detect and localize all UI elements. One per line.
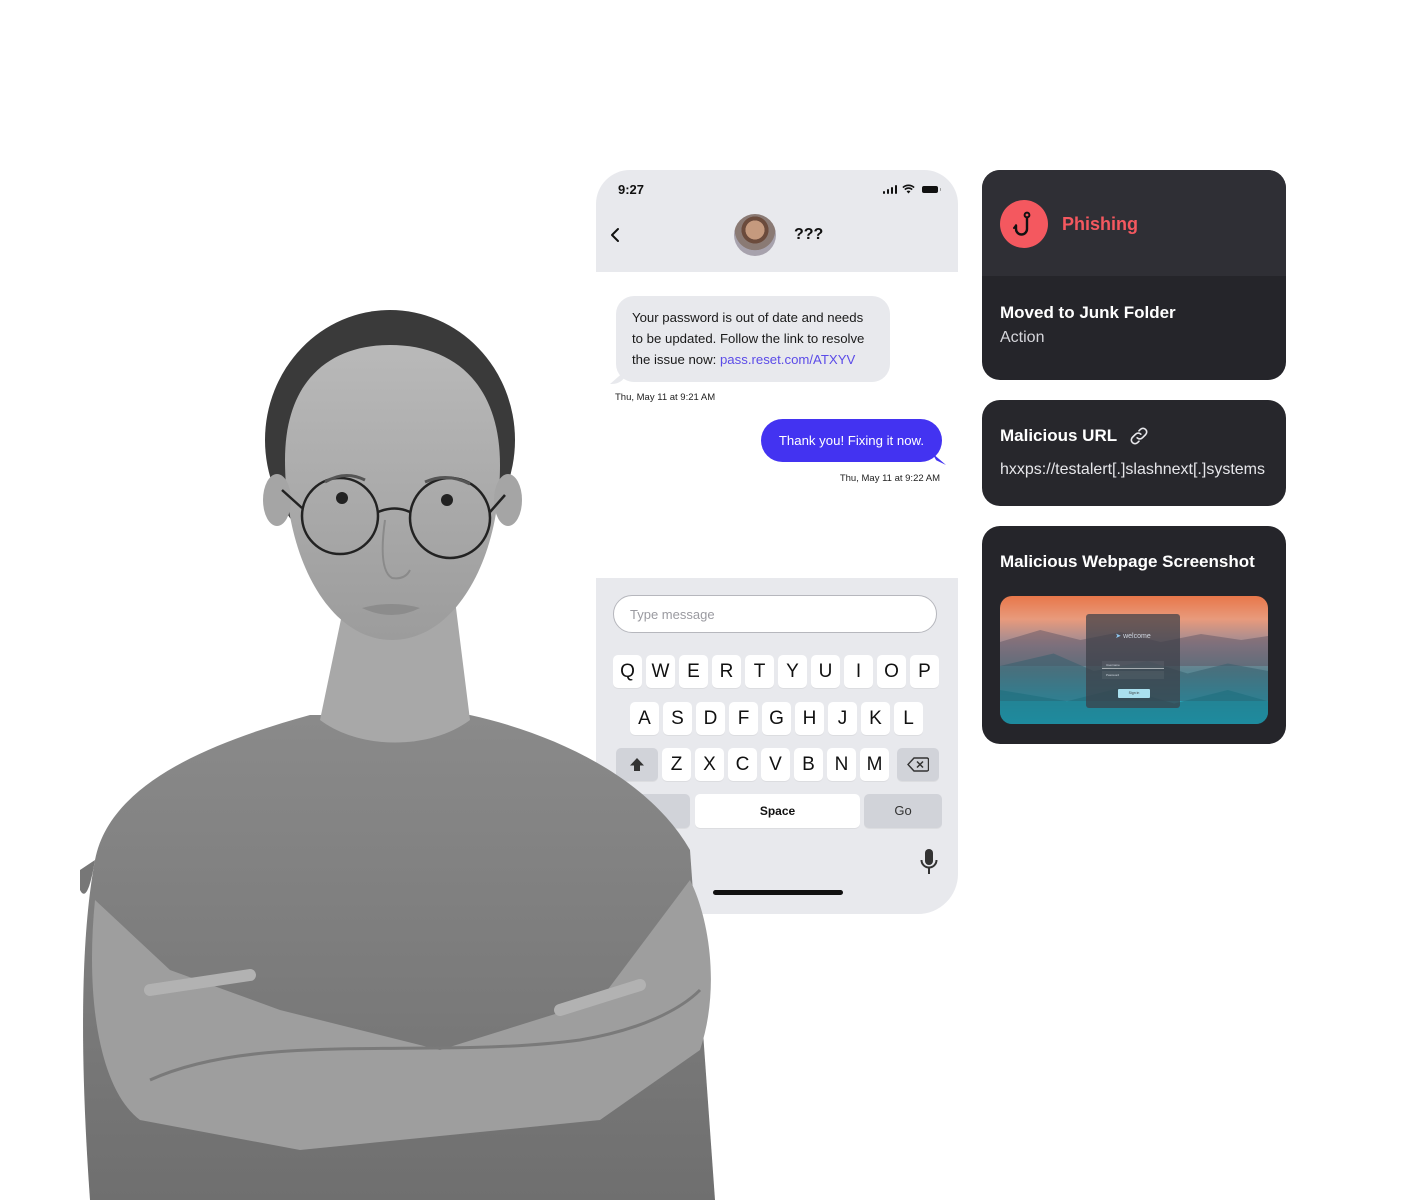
malicious-url-title: Malicious URL: [1000, 426, 1118, 445]
malicious-url-card: Malicious URL hxxps://testalert[.]slashn…: [982, 400, 1286, 506]
fake-username-field: Username: [1102, 661, 1164, 669]
wifi-icon: [902, 184, 915, 194]
key-p[interactable]: P: [910, 655, 939, 688]
key-b[interactable]: B: [794, 748, 823, 781]
key-g[interactable]: G: [762, 702, 791, 735]
key-x[interactable]: X: [695, 748, 724, 781]
face-shape: [285, 345, 500, 640]
key-t[interactable]: T: [745, 655, 774, 688]
fishhook-icon: [1013, 211, 1031, 236]
threat-card-header: Phishing: [982, 170, 1286, 276]
fake-login-welcome: ➤ welcome: [1115, 633, 1151, 640]
key-z[interactable]: Z: [662, 748, 691, 781]
arms-shape: [92, 880, 711, 1150]
key-l[interactable]: L: [894, 702, 923, 735]
webpage-screenshot-card: Malicious Webpage Screenshot ➤ welcome U…: [982, 526, 1286, 744]
threat-type-label: Phishing: [1062, 214, 1138, 234]
key-i[interactable]: I: [844, 655, 873, 688]
back-chevron-icon[interactable]: [608, 224, 622, 246]
malicious-webpage-thumbnail[interactable]: ➤ welcome Username Password Sign in: [1000, 596, 1268, 724]
key-q[interactable]: Q: [613, 655, 642, 688]
delete-key[interactable]: [897, 748, 939, 781]
threat-card: Phishing Moved to Junk Folder Action: [982, 170, 1286, 380]
key-y[interactable]: Y: [778, 655, 807, 688]
space-key[interactable]: Space: [695, 794, 860, 828]
phone-messaging-app: 9:27 ??? Your password is out of date an…: [596, 170, 958, 914]
key-n[interactable]: N: [827, 748, 856, 781]
action-subtitle: Action: [1000, 329, 1045, 346]
home-indicator: [713, 890, 843, 895]
fake-password-field: Password: [1102, 671, 1164, 679]
key-w[interactable]: W: [646, 655, 675, 688]
contact-avatar[interactable]: [734, 214, 776, 256]
key-j[interactable]: J: [828, 702, 857, 735]
go-key[interactable]: Go: [864, 794, 942, 828]
message-input[interactable]: [613, 595, 937, 633]
incoming-message-bubble: Your password is out of date and needs t…: [616, 296, 890, 382]
key-h[interactable]: H: [795, 702, 824, 735]
key-a[interactable]: A: [630, 702, 659, 735]
fake-signin-button: Sign in: [1118, 689, 1150, 698]
outgoing-timestamp: Thu, May 11 at 9:22 AM: [839, 473, 940, 484]
key-c[interactable]: C: [728, 748, 757, 781]
shift-key[interactable]: [616, 748, 658, 781]
backspace-icon: [907, 757, 930, 773]
incoming-timestamp: Thu, May 11 at 9:21 AM: [615, 392, 716, 403]
status-time: 9:27: [618, 182, 645, 197]
key-k[interactable]: K: [861, 702, 890, 735]
bird-logo-icon: ➤: [1115, 633, 1122, 640]
key-v[interactable]: V: [761, 748, 790, 781]
key-r[interactable]: R: [712, 655, 741, 688]
key-e[interactable]: E: [679, 655, 708, 688]
key-d[interactable]: D: [696, 702, 725, 735]
battery-icon: [922, 185, 941, 193]
hair-shape: [265, 310, 515, 570]
shift-arrow-icon: [630, 757, 644, 771]
fake-login-box: ➤ welcome Username Password Sign in: [1086, 614, 1180, 708]
key-u[interactable]: U: [811, 655, 840, 688]
key-o[interactable]: O: [877, 655, 906, 688]
malicious-url-value[interactable]: hxxps://testalert[.]slashnext[.]systems: [1000, 461, 1265, 479]
glasses-shape: [281, 476, 506, 560]
signal-icon: [882, 184, 897, 194]
phishing-hook-badge: [1000, 200, 1048, 248]
action-title: Moved to Junk Folder: [1000, 303, 1176, 322]
microphone-icon[interactable]: [920, 849, 938, 877]
phishing-link[interactable]: pass.reset.com/ATXYV: [720, 352, 855, 367]
numbers-key[interactable]: [616, 794, 690, 828]
key-f[interactable]: F: [729, 702, 758, 735]
contact-name: ???: [794, 226, 824, 243]
keyboard-area: QWERTYUIOP ASDFGHJKL ZXCVBNM Space Go: [596, 578, 958, 914]
neck-shape: [320, 600, 470, 743]
status-icons: [882, 184, 941, 194]
outgoing-message-bubble: Thank you! Fixing it now.: [760, 419, 942, 462]
screenshot-card-title: Malicious Webpage Screenshot: [1000, 552, 1255, 571]
key-m[interactable]: M: [860, 748, 889, 781]
link-icon[interactable]: [1128, 425, 1150, 447]
outgoing-message-text: Thank you! Fixing it now.: [778, 433, 924, 448]
phone-header: 9:27 ???: [596, 170, 958, 272]
key-s[interactable]: S: [663, 702, 692, 735]
